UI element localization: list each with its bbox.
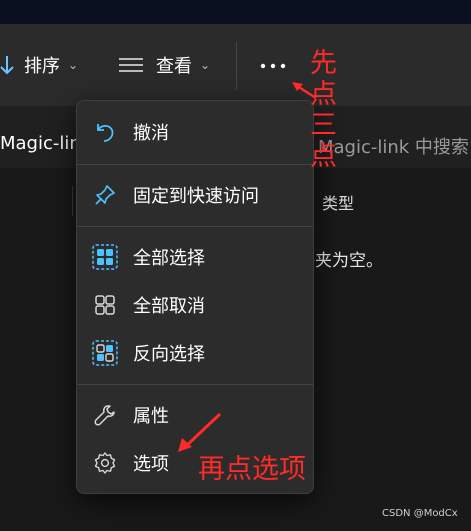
- wrench-icon: [91, 401, 119, 429]
- arrow-icon: [292, 82, 317, 100]
- menu-item-label: 撤消: [133, 123, 169, 144]
- sort-button[interactable]: 排序 ⌄: [0, 52, 78, 78]
- arrow-icon: [178, 412, 222, 452]
- annotation-click-more: 先点三点: [310, 48, 337, 172]
- sort-arrow-icon: [0, 56, 14, 75]
- sort-label: 排序: [24, 56, 60, 77]
- menu-item-select-all[interactable]: 全部选择: [77, 235, 313, 279]
- menu-item-label: 选项: [133, 454, 169, 475]
- menu-item-label: 固定到快速访问: [133, 186, 259, 207]
- menu-item-pin-quick-access[interactable]: 固定到快速访问: [77, 173, 313, 217]
- menu-item-label: 全部选择: [133, 248, 205, 269]
- view-button[interactable]: 查看 ⌄: [118, 52, 210, 78]
- list-view-icon: [119, 58, 143, 72]
- menu-divider: [77, 164, 313, 165]
- select-all-icon: [91, 243, 119, 271]
- more-options-icon[interactable]: [258, 58, 288, 74]
- menu-item-undo[interactable]: 撤消: [77, 110, 313, 154]
- column-header-type[interactable]: 类型: [322, 190, 354, 214]
- menu-item-invert-selection[interactable]: 反向选择: [77, 331, 313, 375]
- gear-icon: [91, 449, 119, 477]
- invert-selection-icon: [91, 339, 119, 367]
- watermark: CSDN @ModCx: [382, 508, 458, 519]
- column-divider[interactable]: [72, 186, 73, 216]
- chevron-down-icon: ⌄: [200, 58, 211, 72]
- title-bar-strip: [0, 0, 471, 24]
- view-label: 查看: [156, 56, 192, 77]
- pin-icon: [91, 181, 119, 209]
- chevron-down-icon: ⌄: [68, 58, 79, 72]
- menu-item-label: 全部取消: [133, 296, 205, 317]
- menu-item-label: 反向选择: [133, 344, 205, 365]
- menu-item-label: 属性: [133, 406, 169, 427]
- address-path[interactable]: Magic-lin: [0, 133, 81, 154]
- select-none-icon: [91, 291, 119, 319]
- menu-divider: [77, 384, 313, 385]
- menu-item-select-none[interactable]: 全部取消: [77, 283, 313, 327]
- toolbar-divider: [236, 42, 237, 90]
- undo-icon: [91, 118, 119, 146]
- menu-divider: [77, 226, 313, 227]
- annotation-click-options: 再点选项: [198, 454, 306, 485]
